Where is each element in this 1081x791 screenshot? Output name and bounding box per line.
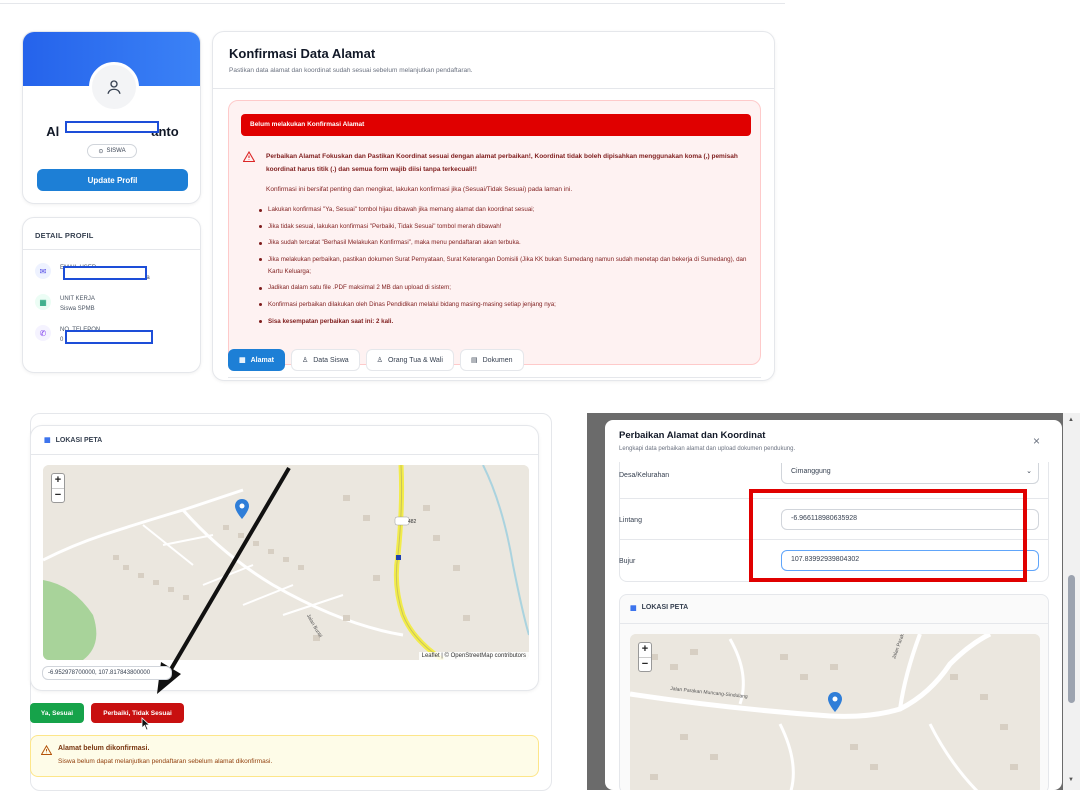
redacted-email [63,266,147,280]
mail-icon: ✉ [35,263,51,279]
tab-alamat[interactable]: ▦ Alamat [228,349,285,371]
unconfirmed-warning: Alamat belum dikonfirmasi. Siswa belum d… [30,735,539,777]
road-number-label: 482 [408,519,417,525]
check-circle-icon: ⊙ [98,148,104,155]
alert-intro: Konfirmasi ini bersifat penting dan meng… [266,186,573,193]
zoom-out-button[interactable]: − [52,488,64,502]
phone-icon: ✆ [35,325,51,341]
tab-orang-tua[interactable]: ♙ Orang Tua & Wali [365,349,454,371]
warning-icon [243,151,255,162]
map-attribution[interactable]: Leaflet | © OpenStreetMap contributors [418,652,529,660]
divider [213,88,774,89]
zoom-out-button[interactable]: − [639,657,651,671]
cursor-icon [141,717,151,731]
close-icon[interactable]: × [1033,434,1040,448]
map-section-title: ▦ LOKASI PETA [44,436,103,445]
warning-icon [41,745,52,755]
zoom-control: + − [638,642,652,672]
modal-map-title: ▦ LOKASI PETA [630,604,689,612]
tab-underline [228,377,761,378]
zoom-in-button[interactable]: + [639,643,651,657]
address-fix-modal: Perbaikan Alamat dan Koordinat Lengkapi … [605,420,1062,790]
modal-subtitle: Lengkapi data perbaikan alamat dan uploa… [619,446,796,452]
list-item: Sisa kesempatan perbaikan saat ini: 2 ka… [259,316,754,328]
location-map-card: ▦ LOKASI PETA 482 Jalan Buntil + − Leafl… [30,425,539,694]
chevron-down-icon: ⌄ [1026,468,1032,475]
list-item: Lakukan konfirmasi "Ya, Sesuai" tombol h… [259,204,754,216]
confirmation-alert: Belum melakukan Konfirmasi Alamat Perbai… [228,100,761,365]
modal-title: Perbaikan Alamat dan Koordinat [619,430,766,441]
lat-label: Lintang [619,517,642,524]
alert-bold-text: Perbaikan Alamat Fokuskan dan Pastikan K… [266,153,738,173]
modal-map-view[interactable]: Jalan Parakan Muncang-Sindulang Jalan Pa… [630,634,1040,790]
zoom-control: + − [51,473,65,503]
scrollbar[interactable]: ▲ ▼ [1063,413,1080,790]
map-tiles [630,634,1040,790]
list-item: Jadikan dalam satu file .PDF maksimal 2 … [259,282,754,294]
detail-profile-card: DETAIL PROFIL ✉ EMAIL USERwa ▦ UNIT KERJ… [22,217,201,373]
page-title: Konfirmasi Data Alamat [229,46,376,61]
detail-title: DETAIL PROFIL [23,218,200,250]
tab-bar: ▦ Alamat ♙ Data Siswa ♙ Orang Tua & Wali ▤ D… [228,349,524,371]
modal-map-card: ▦ LOKASI PETA Jalan Parakan Muncang-Sind… [619,594,1049,790]
list-item: Jika melakukan perbaikan, pastikan dokum… [259,254,754,278]
redacted-phone [65,330,153,344]
alert-header: Belum melakukan Konfirmasi Alamat [241,114,751,136]
unit-value: Siswa SPMB [60,306,95,312]
list-item: Jika tidak sesuai, lakukan konfirmasi "P… [259,221,754,233]
building-icon: ▦ [239,357,246,364]
annotation-arrow [157,466,291,694]
modal-overlay: Perbaikan Alamat dan Koordinat Lengkapi … [587,413,1080,790]
profile-card: Al anto ⊙ SISWA Update Profil [22,31,201,204]
building-icon: ▦ [44,437,51,444]
address-confirmation-card: Konfirmasi Data Alamat Pastikan data ala… [212,31,775,381]
unit-label: UNIT KERJA [60,296,95,302]
warning-text: Siswa belum dapat melanjutkan pendaftara… [58,758,273,765]
desa-label: Desa/Kelurahan [619,472,670,479]
scrollbar-thumb[interactable] [1068,575,1075,703]
confirm-fix-button[interactable]: Perbaiki, Tidak Sesuai [91,703,184,723]
building-icon: ▦ [35,294,51,310]
update-profile-button[interactable]: Update Profil [37,169,188,191]
top-divider [0,0,785,4]
avatar [89,62,139,112]
tab-data-siswa[interactable]: ♙ Data Siswa [290,349,360,371]
confirm-yes-button[interactable]: Ya, Sesuai [30,703,84,723]
alert-list: Lakukan konfirmasi "Ya, Sesuai" tombol h… [259,204,754,332]
highlight-box [749,489,1027,582]
document-icon: ▤ [470,357,478,364]
unit-row: ▦ UNIT KERJA Siswa SPMB [35,294,95,314]
divider [620,623,1048,624]
redacted-name [65,120,159,134]
list-item: Jika sudah tercatat "Berhasil Melakukan … [259,237,754,249]
page-subtitle: Pastikan data alamat dan koordinat sudah… [229,67,473,74]
scroll-down-icon[interactable]: ▼ [1068,777,1074,783]
tab-dokumen[interactable]: ▤ Dokumen [459,349,524,371]
zoom-in-button[interactable]: + [52,474,64,488]
user-icon [107,80,121,94]
users-icon: ♙ [376,357,383,364]
desa-select[interactable]: Cimanggung ⌄ [781,463,1039,484]
map-marker-icon[interactable] [828,692,842,712]
status-badge: ⊙ SISWA [87,144,137,158]
user-icon: ♙ [301,357,309,364]
lng-label: Bujur [619,558,636,565]
warning-title: Alamat belum dikonfirmasi. [58,745,150,752]
coordinates-field[interactable]: -6.952978700000, 107.817843800000 [42,666,172,680]
scroll-up-icon[interactable]: ▲ [1068,417,1074,423]
divider [31,454,538,455]
building-icon: ▦ [630,605,637,612]
list-item: Konfirmasi perbaikan dilakukan oleh Dina… [259,299,754,311]
